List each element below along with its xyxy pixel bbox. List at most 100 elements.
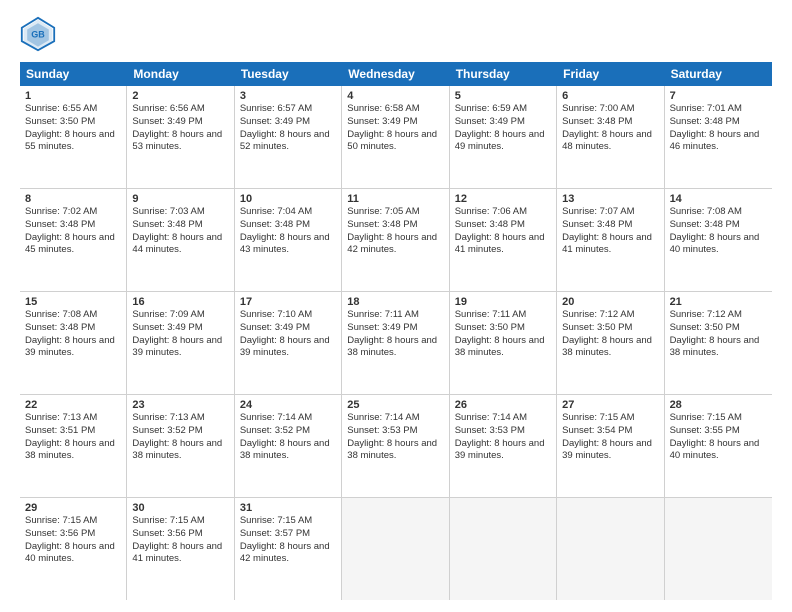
daylight: Daylight: 8 hours and 42 minutes. (240, 541, 336, 567)
cal-cell-12: 12 Sunrise: 7:06 AM Sunset: 3:48 PM Dayl… (450, 189, 557, 291)
sunrise: Sunrise: 7:15 AM (240, 515, 336, 528)
day-number: 30 (132, 502, 228, 514)
cal-week-4: 22 Sunrise: 7:13 AM Sunset: 3:51 PM Dayl… (20, 395, 772, 498)
sun-info: Sunrise: 6:58 AM Sunset: 3:49 PM Dayligh… (347, 103, 443, 154)
calendar-header: SundayMondayTuesdayWednesdayThursdayFrid… (20, 62, 772, 86)
day-number: 28 (670, 399, 767, 411)
cal-cell-23: 23 Sunrise: 7:13 AM Sunset: 3:52 PM Dayl… (127, 395, 234, 497)
day-number: 31 (240, 502, 336, 514)
day-number: 12 (455, 193, 551, 205)
sunrise: Sunrise: 7:07 AM (562, 206, 658, 219)
sunrise: Sunrise: 7:05 AM (347, 206, 443, 219)
cal-header-wednesday: Wednesday (342, 62, 449, 86)
logo-icon: GB (20, 16, 56, 52)
sunrise: Sunrise: 7:14 AM (455, 412, 551, 425)
cal-cell-empty (557, 498, 664, 600)
daylight: Daylight: 8 hours and 41 minutes. (132, 541, 228, 567)
daylight: Daylight: 8 hours and 38 minutes. (455, 335, 551, 361)
cal-week-5: 29 Sunrise: 7:15 AM Sunset: 3:56 PM Dayl… (20, 498, 772, 600)
sunset: Sunset: 3:56 PM (25, 528, 121, 541)
cal-cell-15: 15 Sunrise: 7:08 AM Sunset: 3:48 PM Dayl… (20, 292, 127, 394)
day-number: 13 (562, 193, 658, 205)
calendar-body: 1 Sunrise: 6:55 AM Sunset: 3:50 PM Dayli… (20, 86, 772, 600)
cal-cell-28: 28 Sunrise: 7:15 AM Sunset: 3:55 PM Dayl… (665, 395, 772, 497)
cal-cell-14: 14 Sunrise: 7:08 AM Sunset: 3:48 PM Dayl… (665, 189, 772, 291)
sunset: Sunset: 3:48 PM (132, 219, 228, 232)
day-number: 14 (670, 193, 767, 205)
sunrise: Sunrise: 7:06 AM (455, 206, 551, 219)
daylight: Daylight: 8 hours and 40 minutes. (670, 438, 767, 464)
sunset: Sunset: 3:49 PM (132, 322, 228, 335)
day-number: 16 (132, 296, 228, 308)
day-number: 20 (562, 296, 658, 308)
cal-cell-1: 1 Sunrise: 6:55 AM Sunset: 3:50 PM Dayli… (20, 86, 127, 188)
cal-week-3: 15 Sunrise: 7:08 AM Sunset: 3:48 PM Dayl… (20, 292, 772, 395)
sunset: Sunset: 3:54 PM (562, 425, 658, 438)
sun-info: Sunrise: 6:57 AM Sunset: 3:49 PM Dayligh… (240, 103, 336, 154)
sunrise: Sunrise: 6:57 AM (240, 103, 336, 116)
sunrise: Sunrise: 7:04 AM (240, 206, 336, 219)
day-number: 21 (670, 296, 767, 308)
sunrise: Sunrise: 6:55 AM (25, 103, 121, 116)
header: GB (20, 16, 772, 52)
daylight: Daylight: 8 hours and 45 minutes. (25, 232, 121, 258)
cal-cell-8: 8 Sunrise: 7:02 AM Sunset: 3:48 PM Dayli… (20, 189, 127, 291)
day-number: 27 (562, 399, 658, 411)
sunset: Sunset: 3:53 PM (455, 425, 551, 438)
sun-info: Sunrise: 7:15 AM Sunset: 3:56 PM Dayligh… (25, 515, 121, 566)
daylight: Daylight: 8 hours and 38 minutes. (132, 438, 228, 464)
daylight: Daylight: 8 hours and 49 minutes. (455, 129, 551, 155)
sunset: Sunset: 3:48 PM (562, 116, 658, 129)
sun-info: Sunrise: 6:56 AM Sunset: 3:49 PM Dayligh… (132, 103, 228, 154)
daylight: Daylight: 8 hours and 39 minutes. (562, 438, 658, 464)
sun-info: Sunrise: 7:13 AM Sunset: 3:51 PM Dayligh… (25, 412, 121, 463)
daylight: Daylight: 8 hours and 48 minutes. (562, 129, 658, 155)
sunset: Sunset: 3:49 PM (132, 116, 228, 129)
sunrise: Sunrise: 7:11 AM (455, 309, 551, 322)
sunrise: Sunrise: 7:15 AM (670, 412, 767, 425)
day-number: 2 (132, 90, 228, 102)
day-number: 3 (240, 90, 336, 102)
sunrise: Sunrise: 7:08 AM (670, 206, 767, 219)
cal-header-saturday: Saturday (665, 62, 772, 86)
sun-info: Sunrise: 7:05 AM Sunset: 3:48 PM Dayligh… (347, 206, 443, 257)
day-number: 10 (240, 193, 336, 205)
day-number: 5 (455, 90, 551, 102)
day-number: 15 (25, 296, 121, 308)
sunrise: Sunrise: 6:58 AM (347, 103, 443, 116)
daylight: Daylight: 8 hours and 38 minutes. (347, 335, 443, 361)
sun-info: Sunrise: 7:08 AM Sunset: 3:48 PM Dayligh… (670, 206, 767, 257)
cal-header-tuesday: Tuesday (235, 62, 342, 86)
day-number: 1 (25, 90, 121, 102)
daylight: Daylight: 8 hours and 44 minutes. (132, 232, 228, 258)
cal-cell-empty (665, 498, 772, 600)
cal-cell-26: 26 Sunrise: 7:14 AM Sunset: 3:53 PM Dayl… (450, 395, 557, 497)
sunset: Sunset: 3:50 PM (562, 322, 658, 335)
sun-info: Sunrise: 7:11 AM Sunset: 3:49 PM Dayligh… (347, 309, 443, 360)
day-number: 6 (562, 90, 658, 102)
cal-week-1: 1 Sunrise: 6:55 AM Sunset: 3:50 PM Dayli… (20, 86, 772, 189)
sun-info: Sunrise: 7:15 AM Sunset: 3:54 PM Dayligh… (562, 412, 658, 463)
sunrise: Sunrise: 7:01 AM (670, 103, 767, 116)
day-number: 9 (132, 193, 228, 205)
sunset: Sunset: 3:48 PM (240, 219, 336, 232)
sunset: Sunset: 3:50 PM (670, 322, 767, 335)
sun-info: Sunrise: 7:12 AM Sunset: 3:50 PM Dayligh… (670, 309, 767, 360)
calendar: SundayMondayTuesdayWednesdayThursdayFrid… (20, 62, 772, 600)
cal-header-sunday: Sunday (20, 62, 127, 86)
cal-header-thursday: Thursday (450, 62, 557, 86)
daylight: Daylight: 8 hours and 39 minutes. (240, 335, 336, 361)
svg-text:GB: GB (31, 30, 45, 40)
sunrise: Sunrise: 7:12 AM (562, 309, 658, 322)
cal-cell-24: 24 Sunrise: 7:14 AM Sunset: 3:52 PM Dayl… (235, 395, 342, 497)
day-number: 7 (670, 90, 767, 102)
sunset: Sunset: 3:49 PM (240, 116, 336, 129)
cal-cell-19: 19 Sunrise: 7:11 AM Sunset: 3:50 PM Dayl… (450, 292, 557, 394)
cal-week-2: 8 Sunrise: 7:02 AM Sunset: 3:48 PM Dayli… (20, 189, 772, 292)
day-number: 23 (132, 399, 228, 411)
sun-info: Sunrise: 7:12 AM Sunset: 3:50 PM Dayligh… (562, 309, 658, 360)
cal-cell-30: 30 Sunrise: 7:15 AM Sunset: 3:56 PM Dayl… (127, 498, 234, 600)
daylight: Daylight: 8 hours and 39 minutes. (455, 438, 551, 464)
cal-cell-4: 4 Sunrise: 6:58 AM Sunset: 3:49 PM Dayli… (342, 86, 449, 188)
cal-header-friday: Friday (557, 62, 664, 86)
